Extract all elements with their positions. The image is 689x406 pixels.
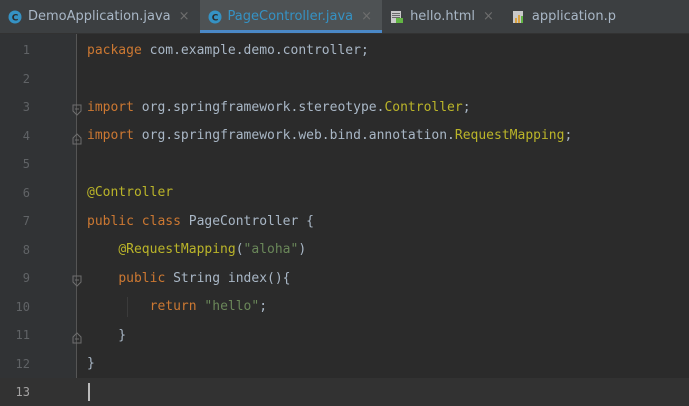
kw-token: public class — [87, 213, 189, 229]
code-token: ( — [235, 242, 244, 257]
svg-text:C: C — [12, 13, 19, 23]
str-token: "aloha" — [243, 242, 299, 257]
code-text: } — [87, 356, 95, 371]
tab-label: hello.html — [410, 9, 475, 24]
code-text: @Controller — [87, 185, 173, 200]
code-line[interactable]: 12} — [0, 350, 689, 378]
code-token: } — [87, 327, 127, 343]
code-line[interactable]: 5 — [0, 150, 689, 178]
line-number: 7 — [22, 214, 30, 228]
tab-label: PageController.java — [227, 9, 354, 24]
code-token: String index(){ — [173, 270, 291, 286]
ann-token: RequestMapping — [454, 128, 565, 143]
svg-text:C: C — [211, 13, 218, 23]
fold-end-icon[interactable] — [72, 329, 82, 344]
str-token: "hello" — [204, 299, 260, 314]
close-icon[interactable]: × — [179, 9, 190, 24]
code-text: @RequestMapping("aloha") — [87, 242, 306, 257]
line-number: 13 — [15, 385, 30, 399]
tab-pagecontroller-java[interactable]: C PageController.java × — [199, 0, 383, 33]
code-line[interactable]: 4 import org.springframework.web.bind.ann… — [0, 122, 689, 150]
fold-start-icon[interactable] — [72, 272, 82, 287]
html-file-icon — [390, 10, 404, 24]
ann-token: @Controller — [87, 185, 174, 200]
editor-tab-bar: C DemoApplication.java × C PageController.ja… — [0, 0, 689, 34]
tab-hello-html[interactable]: hello.html × — [382, 0, 504, 33]
code-token: com.example.demo.controller; — [149, 42, 369, 58]
code-token: ; — [259, 299, 268, 314]
line-number: 9 — [22, 271, 30, 285]
text-caret — [88, 383, 90, 401]
code-line[interactable]: 6 @Controller — [0, 179, 689, 207]
code-token: org.springframework.stereotype. — [141, 99, 385, 115]
code-token: org.springframework.web.bind.annotation. — [141, 128, 455, 143]
ann-token: @RequestMapping — [118, 242, 236, 257]
close-icon[interactable]: × — [483, 9, 494, 24]
kw-token: import — [87, 128, 142, 143]
line-number: 6 — [22, 185, 30, 200]
line-number: 11 — [15, 328, 30, 342]
tab-label: application.p — [531, 9, 616, 24]
code-token: ; — [564, 128, 573, 143]
fold-end-icon[interactable] — [72, 130, 82, 144]
code-text: import org.springframework.web.bind.anno… — [87, 128, 572, 143]
code-token: } — [87, 356, 95, 371]
close-icon[interactable]: × — [361, 9, 372, 24]
ann-token: Controller — [384, 99, 463, 115]
code-text: } — [87, 328, 126, 343]
line-number: 4 — [22, 128, 30, 143]
code-line[interactable]: 1 package com.example.demo.controller; — [0, 36, 689, 64]
code-line[interactable]: 2 — [0, 65, 689, 93]
code-line[interactable]: 9 public String index(){ — [0, 264, 689, 292]
code-line[interactable]: 3 import org.springframework.stereotype.C… — [0, 93, 689, 121]
tab-label: DemoApplication.java — [28, 9, 171, 24]
indent-guide — [127, 296, 128, 317]
kw-token: return — [149, 299, 205, 314]
kw-token: package — [87, 42, 150, 58]
code-line[interactable]: 13 — [0, 378, 689, 406]
line-number: 5 — [22, 157, 30, 171]
line-number: 10 — [15, 299, 30, 314]
code-editor[interactable]: 1 package com.example.demo.controller; 2 3 i… — [0, 34, 689, 406]
kw-token: import — [87, 99, 142, 115]
tab-demoapplication-java[interactable]: C DemoApplication.java × — [0, 0, 200, 33]
code-line[interactable]: 7 public class PageController { — [0, 207, 689, 235]
line-number: 8 — [22, 242, 30, 257]
line-number: 1 — [22, 43, 30, 57]
code-token: ) — [298, 242, 307, 257]
code-text: public class PageController { — [87, 214, 314, 229]
code-line[interactable]: 8 @RequestMapping("aloha") — [0, 236, 689, 264]
fold-start-icon[interactable] — [72, 101, 82, 116]
code-token: PageController { — [188, 213, 314, 229]
java-class-icon: C — [208, 10, 222, 24]
code-token: ; — [462, 99, 471, 115]
line-number: 12 — [15, 356, 30, 371]
line-number: 2 — [22, 71, 30, 86]
properties-file-icon — [512, 10, 526, 24]
line-number: 3 — [22, 100, 30, 114]
java-class-icon: C — [8, 10, 22, 24]
code-line[interactable]: 10 return "hello"; — [0, 293, 689, 321]
code-text: import org.springframework.stereotype.Co… — [87, 100, 471, 115]
code-text: return "hello"; — [87, 299, 267, 314]
code-line[interactable]: 11 } — [0, 321, 689, 349]
code-text: public String index(){ — [87, 270, 291, 286]
tab-application-p[interactable]: application.p — [504, 0, 626, 33]
code-text: package com.example.demo.controller; — [87, 43, 369, 58]
kw-token: public — [118, 270, 174, 286]
